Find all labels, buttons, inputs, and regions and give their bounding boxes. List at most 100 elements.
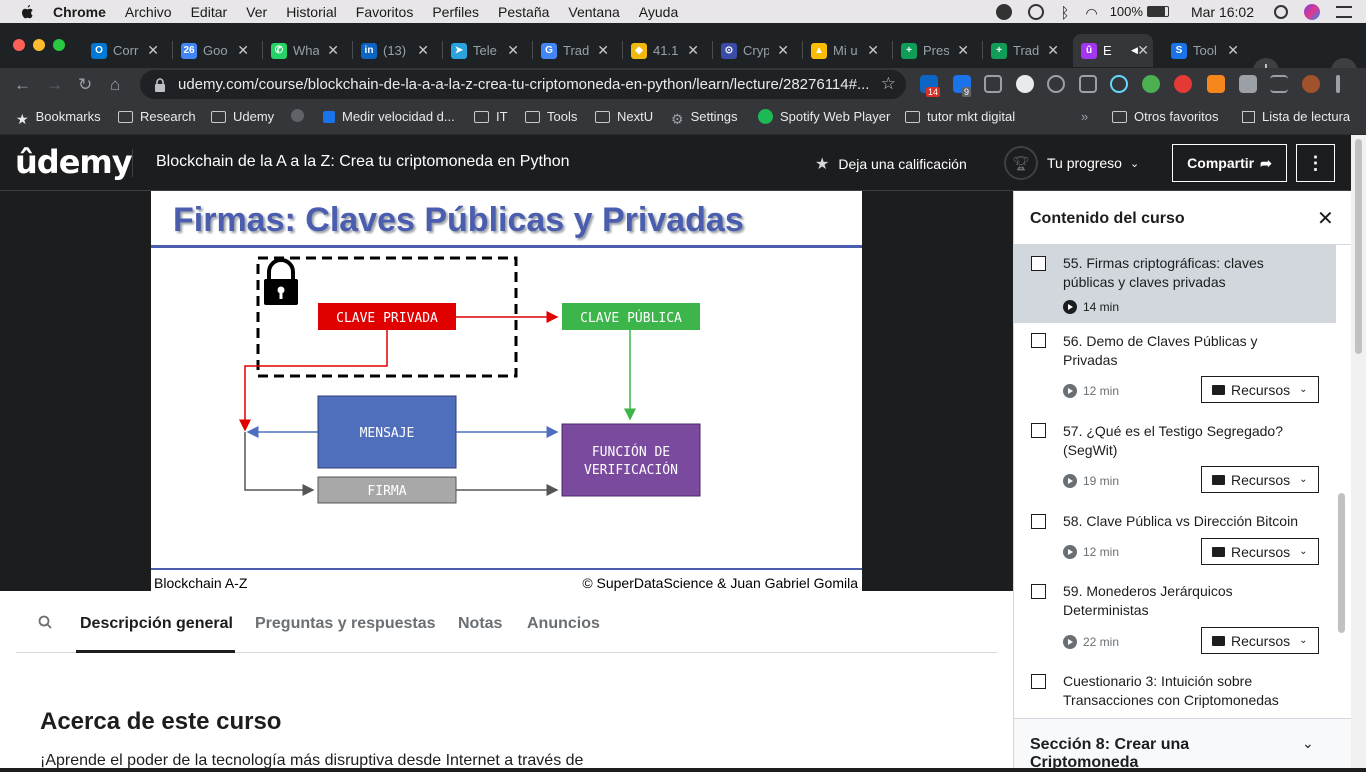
more-options-button[interactable]: ⋮ xyxy=(1296,144,1335,182)
resources-button[interactable]: Recursos ⌄ xyxy=(1201,538,1319,565)
react-extension-icon[interactable] xyxy=(1110,75,1128,93)
bookmark-speed-test[interactable]: Medir velocidad d... xyxy=(323,109,455,124)
reading-list-icon[interactable] xyxy=(1270,75,1288,93)
bug-extension-icon[interactable] xyxy=(1174,75,1192,93)
bookmark-spotify[interactable]: Spotify Web Player xyxy=(758,109,890,124)
rate-button[interactable]: ★ Deja una calificación xyxy=(815,154,967,174)
lesson-checkbox[interactable] xyxy=(1031,584,1046,599)
lesson-item[interactable]: 58. Clave Pública vs Dirección Bitcoin 1… xyxy=(1014,503,1336,574)
browser-tab[interactable]: ⊙ Cryp ✕ xyxy=(713,34,793,67)
siri-icon[interactable] xyxy=(1304,3,1320,20)
browser-tab[interactable]: + Pres ✕ xyxy=(893,34,973,67)
lesson-item[interactable]: 59. Monederos Jerárquicos Deterministas … xyxy=(1014,574,1336,664)
progress-button[interactable]: 🏆︎ Tu progreso ⌄ xyxy=(1004,146,1139,180)
lesson-item[interactable]: Cuestionario 3: Intuición sobre Transacc… xyxy=(1014,664,1336,718)
tab-close-icon[interactable]: ✕ xyxy=(1047,42,1059,59)
menu-app-name[interactable]: Chrome xyxy=(53,4,106,20)
lock-icon[interactable] xyxy=(154,77,166,92)
tab-close-icon[interactable]: ✕ xyxy=(777,42,789,59)
browser-tab[interactable]: ▲ Mi u ✕ xyxy=(803,34,883,67)
lesson-checkbox[interactable] xyxy=(1031,256,1046,271)
udemy-logo[interactable]: ûdemy xyxy=(15,143,133,181)
tab-qa[interactable]: Preguntas y respuestas xyxy=(255,615,436,633)
metamask-extension-icon[interactable] xyxy=(1207,75,1225,93)
bookmark-star-icon[interactable]: ☆ xyxy=(881,74,896,94)
bookmark-it[interactable]: IT xyxy=(474,109,508,124)
grid-extension-icon[interactable] xyxy=(984,75,1002,93)
menu-historial[interactable]: Historial xyxy=(286,4,337,20)
bookmark-globe[interactable] xyxy=(291,109,311,122)
tab-announcements[interactable]: Anuncios xyxy=(527,615,600,633)
menu-perfiles[interactable]: Perfiles xyxy=(432,4,479,20)
tab-close-icon[interactable]: ✕ xyxy=(867,42,879,59)
tab-close-icon[interactable]: ✕ xyxy=(417,42,429,59)
close-icon[interactable]: ✕ xyxy=(1317,206,1334,231)
apple-icon[interactable] xyxy=(19,4,35,20)
course-title[interactable]: Blockchain de la A a la Z: Crea tu cript… xyxy=(156,153,570,171)
menu-favoritos[interactable]: Favoritos xyxy=(356,4,414,20)
vpn-icon[interactable] xyxy=(996,3,1013,20)
back-button[interactable]: ← xyxy=(14,75,31,95)
menubar-clock[interactable]: Mar 16:02 xyxy=(1191,4,1254,20)
address-bar[interactable]: udemy.com/course/blockchain-de-la-a-a-la… xyxy=(140,70,906,99)
resources-button[interactable]: Recursos ⌄ xyxy=(1201,627,1319,654)
bluetooth-icon[interactable]: ᛒ xyxy=(1060,5,1069,22)
resources-button[interactable]: Recursos ⌄ xyxy=(1201,466,1319,493)
tab-close-icon[interactable]: ✕ xyxy=(147,42,159,59)
share-button[interactable]: Compartir ➦ xyxy=(1172,144,1287,182)
window-minimize-button[interactable] xyxy=(33,39,45,51)
window-close-button[interactable] xyxy=(13,39,25,51)
tab-close-icon[interactable]: ✕ xyxy=(1137,42,1149,59)
menu-ayuda[interactable]: Ayuda xyxy=(639,4,678,20)
tab-close-icon[interactable]: ✕ xyxy=(957,42,969,59)
window-zoom-button[interactable] xyxy=(53,39,65,51)
chrome-menu-icon[interactable] xyxy=(1336,75,1340,93)
face-extension-icon[interactable] xyxy=(1016,75,1034,93)
tab-close-icon[interactable]: ✕ xyxy=(1227,42,1239,59)
lesson-checkbox[interactable] xyxy=(1031,674,1046,689)
wifi-icon[interactable]: ◠ xyxy=(1085,5,1097,21)
tab-close-icon[interactable]: ✕ xyxy=(507,42,519,59)
lesson-item[interactable]: 56. Demo de Claves Públicas y Privadas 1… xyxy=(1014,323,1336,413)
puzzle-extensions-icon[interactable] xyxy=(1239,75,1257,93)
home-button[interactable]: ⌂ xyxy=(110,75,120,95)
forward-button[interactable]: → xyxy=(46,75,63,95)
bookmark-research[interactable]: Research xyxy=(118,109,196,124)
browser-tab[interactable]: ◆ 41.1(✕ xyxy=(623,34,703,67)
page-scrollbar[interactable] xyxy=(1351,135,1366,768)
browser-tab[interactable]: + Trad ✕ xyxy=(983,34,1063,67)
lesson-item[interactable]: 57. ¿Qué es el Testigo Segregado? (SegWi… xyxy=(1014,413,1336,503)
bookmark-udemy[interactable]: Udemy xyxy=(211,109,274,124)
browser-tab[interactable]: ➤ Tele ✕ xyxy=(443,34,523,67)
lesson-item[interactable]: 55. Firmas criptográficas: claves públic… xyxy=(1014,245,1336,323)
tab-notes[interactable]: Notas xyxy=(458,615,502,633)
profile-avatar[interactable] xyxy=(1302,75,1320,93)
menu-pestana[interactable]: Pestaña xyxy=(498,4,549,20)
bookmark-settings[interactable]: ⚙ Settings xyxy=(671,109,738,127)
video-player[interactable]: Firmas: Claves Públicas y Privadas CLAVE… xyxy=(0,191,1013,591)
tab-close-icon[interactable]: ✕ xyxy=(687,42,699,59)
menu-editar[interactable]: Editar xyxy=(191,4,228,20)
menu-ventana[interactable]: Ventana xyxy=(568,4,619,20)
bookmark-tutor[interactable]: tutor mkt digital xyxy=(905,109,1015,124)
menu-ver[interactable]: Ver xyxy=(246,4,267,20)
tab-close-icon[interactable]: ✕ xyxy=(597,42,609,59)
menu-archivo[interactable]: Archivo xyxy=(125,4,172,20)
tab-overview[interactable]: Descripción general xyxy=(80,615,233,633)
control-center-icon[interactable] xyxy=(1336,5,1352,18)
resources-button[interactable]: Recursos ⌄ xyxy=(1201,376,1319,403)
pen-extension-icon[interactable] xyxy=(1079,75,1097,93)
browser-tab[interactable]: S Tool ✕ xyxy=(1163,34,1243,67)
bookmark-nextu[interactable]: NextU xyxy=(595,109,653,124)
browser-tab[interactable]: 26 Goo ✕ xyxy=(173,34,253,67)
reload-button[interactable]: ↻ xyxy=(78,75,92,95)
battery-icon[interactable] xyxy=(1146,6,1169,17)
bookmark-bookmarks[interactable]: ★ Bookmarks xyxy=(16,109,101,127)
bookmarks-overflow-button[interactable]: » xyxy=(1081,109,1088,124)
frog-extension-icon[interactable] xyxy=(1142,75,1160,93)
bookmark-tools[interactable]: Tools xyxy=(525,109,577,124)
url-text[interactable]: udemy.com/course/blockchain-de-la-a-a-la… xyxy=(178,76,878,93)
browser-tab[interactable]: û E ◀︎ ✕ xyxy=(1073,34,1153,67)
section-header[interactable]: Sección 8: Crear una Criptomoneda ⌄ xyxy=(1014,718,1352,771)
browser-tab[interactable]: ✆ Wha ✕ xyxy=(263,34,343,67)
